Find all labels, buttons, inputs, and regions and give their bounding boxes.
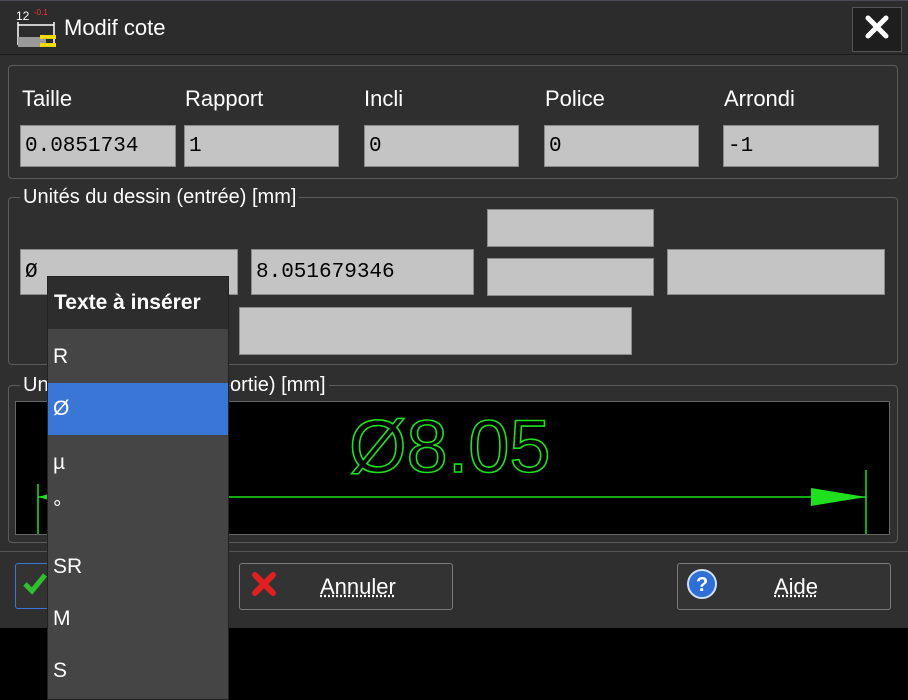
- menu-item-diameter[interactable]: Ø: [48, 383, 228, 435]
- window-title: Modif cote: [64, 15, 166, 40]
- incli-input[interactable]: 0: [364, 125, 519, 167]
- arrondi-input[interactable]: -1: [723, 125, 879, 167]
- ok-button[interactable]: [15, 563, 51, 609]
- label-taille: Taille: [22, 86, 73, 111]
- menu-item-degree[interactable]: °: [48, 483, 228, 535]
- svg-text:?: ?: [696, 574, 708, 596]
- suffix-input[interactable]: [667, 249, 885, 295]
- output-units-legend-end: ortie) [mm]: [230, 374, 329, 397]
- label-police: Police: [545, 86, 605, 111]
- help-icon: ?: [686, 568, 718, 606]
- taille-input[interactable]: 0.0851734: [20, 125, 176, 167]
- label-incli: Incli: [364, 86, 404, 111]
- cancel-button[interactable]: Annuler: [239, 563, 453, 610]
- help-button[interactable]: ? Aide: [677, 563, 891, 610]
- menu-item-sr[interactable]: SR: [48, 541, 228, 593]
- close-button[interactable]: [852, 7, 902, 52]
- close-icon: [865, 15, 889, 44]
- svg-text:12: 12: [16, 9, 30, 23]
- insert-text-menu: Texte à insérer R Ø µ ° SR M S: [47, 276, 229, 700]
- preview-text: Ø8.05: [349, 405, 551, 488]
- rapport-input[interactable]: 1: [184, 125, 339, 167]
- text-below-input[interactable]: [239, 307, 632, 355]
- dimension-icon: 12 -0.1: [14, 5, 60, 53]
- menu-item-m[interactable]: M: [48, 593, 228, 645]
- dimension-arrow-right: [811, 488, 866, 506]
- menu-item-r[interactable]: R: [48, 331, 228, 383]
- tolerance-upper-input[interactable]: [487, 209, 654, 247]
- label-arrondi: Arrondi: [724, 86, 795, 111]
- help-label: Aide: [774, 573, 819, 599]
- tolerance-lower-input[interactable]: [487, 258, 654, 296]
- label-rapport: Rapport: [185, 86, 264, 111]
- menu-item-s[interactable]: S: [48, 645, 228, 697]
- value-input[interactable]: 8.051679346: [251, 249, 474, 295]
- cancel-icon: [250, 570, 278, 604]
- menu-item-micro[interactable]: µ: [48, 437, 228, 489]
- cancel-label: Annuler: [320, 573, 396, 599]
- police-input[interactable]: 0: [544, 125, 699, 167]
- svg-text:-0.1: -0.1: [34, 8, 48, 17]
- input-units-legend: Unités du dessin (entrée) [mm]: [20, 186, 300, 209]
- insert-menu-title: Texte à insérer: [48, 277, 228, 329]
- title-bar[interactable]: 12 -0.1 Modif cote: [0, 1, 908, 55]
- check-icon: [22, 571, 48, 601]
